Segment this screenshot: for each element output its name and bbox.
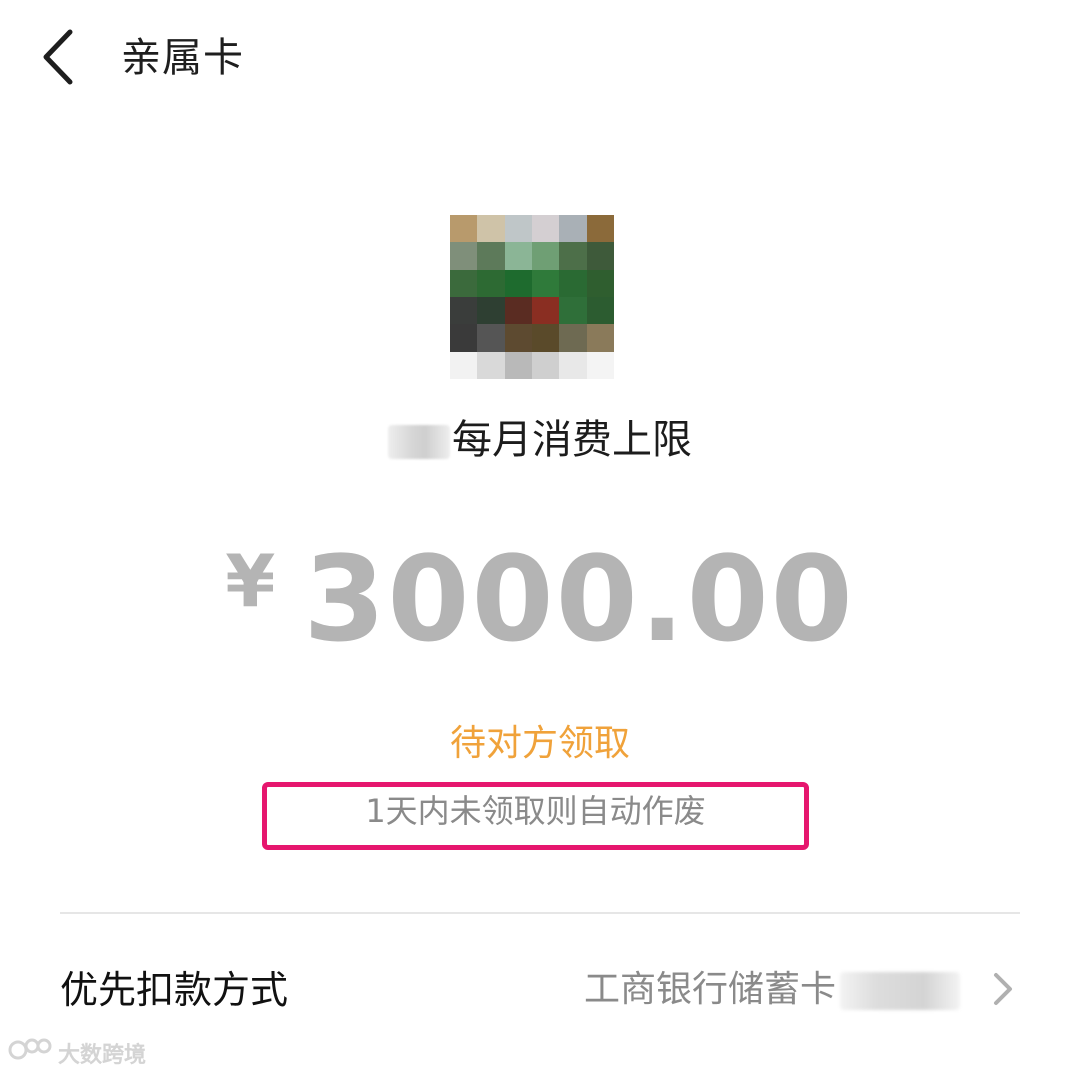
- back-button[interactable]: [30, 22, 90, 92]
- avatar-pixel: [504, 324, 532, 352]
- avatar-pixel: [532, 242, 560, 270]
- avatar-pixel: [586, 215, 614, 243]
- avatar-pixel: [532, 215, 560, 243]
- payment-method-row[interactable]: 优先扣款方式 工商银行储蓄卡: [0, 915, 1080, 1065]
- avatar-pixel: [559, 297, 587, 325]
- avatar-pixel: [504, 351, 532, 379]
- avatar-pixel: [586, 269, 614, 297]
- avatar-pixel: [532, 351, 560, 379]
- chevron-right-icon: [988, 967, 1018, 1011]
- avatar-pixel: [477, 324, 505, 352]
- avatar-pixel: [586, 351, 614, 379]
- avatar-pixel: [477, 351, 505, 379]
- avatar-pixel: [532, 269, 560, 297]
- blurred-name: [388, 425, 450, 459]
- avatar-pixel: [559, 269, 587, 297]
- avatar-pixel: [504, 215, 532, 243]
- avatar: [450, 215, 614, 379]
- watermark: 大数跨境: [8, 1036, 146, 1070]
- payment-method-value: 工商银行储蓄卡: [583, 969, 836, 1010]
- avatar-pixel: [450, 215, 478, 243]
- avatar-pixel: [477, 215, 505, 243]
- avatar-pixel: [450, 269, 478, 297]
- monthly-limit-row: 每月消费上限: [0, 412, 1080, 468]
- avatar-pixel: [477, 269, 505, 297]
- avatar-pixel: [504, 297, 532, 325]
- avatar-pixel: [559, 324, 587, 352]
- avatar-pixel: [477, 242, 505, 270]
- avatar-pixel: [477, 297, 505, 325]
- avatar-pixel: [450, 242, 478, 270]
- avatar-pixel: [559, 242, 587, 270]
- chevron-left-icon: [30, 22, 90, 92]
- watermark-logo-icon: [8, 1036, 54, 1070]
- amount-value: 3000.00: [303, 530, 855, 668]
- page-title: 亲属卡: [121, 35, 244, 81]
- avatar-pixel: [586, 242, 614, 270]
- avatar-pixel: [559, 215, 587, 243]
- blurred-card-number: [840, 972, 960, 1010]
- avatar-pixel: [450, 297, 478, 325]
- payment-method-value-wrap: 工商银行储蓄卡: [584, 963, 960, 1017]
- divider: [60, 912, 1020, 914]
- avatar-pixel: [532, 297, 560, 325]
- avatar-pixel: [586, 297, 614, 325]
- avatar-pixel: [504, 242, 532, 270]
- avatar-pixel: [586, 324, 614, 352]
- watermark-text: 大数跨境: [58, 1043, 147, 1068]
- payment-method-label: 优先扣款方式: [60, 968, 289, 1012]
- avatar-pixel: [532, 324, 560, 352]
- header-bar: 亲属卡: [0, 0, 1080, 118]
- expiry-notice: 1天内未领取则自动作废: [365, 792, 706, 830]
- monthly-limit-label: 每月消费上限: [452, 417, 692, 463]
- currency-symbol: ¥: [225, 539, 276, 623]
- status-text: 待对方领取: [449, 723, 630, 764]
- avatar-pixel: [504, 269, 532, 297]
- avatar-pixel: [559, 351, 587, 379]
- avatar-pixel: [450, 324, 478, 352]
- avatar-pixel: [450, 351, 478, 379]
- amount-row: ¥3000.00: [0, 530, 1080, 668]
